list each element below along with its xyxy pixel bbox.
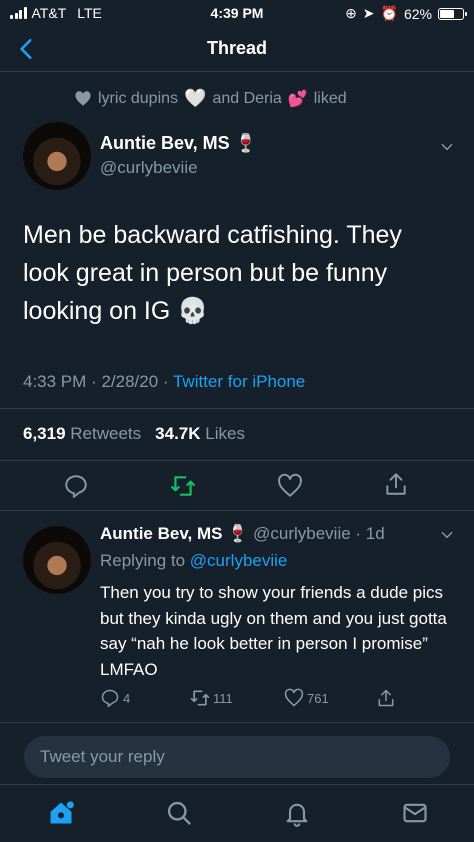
pink-hearts-emoji: 💕 xyxy=(287,90,308,108)
tab-bar xyxy=(0,784,474,842)
home-icon[interactable] xyxy=(47,799,75,827)
like-icon[interactable] xyxy=(277,473,303,499)
avatar[interactable] xyxy=(23,526,91,594)
divider xyxy=(0,460,474,461)
liked-user1: lyric dupins xyxy=(98,89,179,107)
wine-emoji: 🍷 xyxy=(227,524,249,543)
retweets-stat[interactable]: 6,319 Retweets xyxy=(23,424,141,444)
reply-like-button[interactable]: 761 xyxy=(284,688,329,708)
like-icon xyxy=(284,688,304,707)
divider xyxy=(0,510,474,511)
rotation-lock-icon: ⊕ xyxy=(345,5,357,21)
retweets-count: 6,319 xyxy=(23,424,66,443)
white-heart-emoji: 🤍 xyxy=(184,88,207,108)
divider xyxy=(0,722,474,723)
like-count: 761 xyxy=(307,690,329,706)
liked-user2: and Deria xyxy=(212,89,282,107)
reply-reply-button[interactable]: 4 xyxy=(100,688,130,708)
chevron-down-icon[interactable] xyxy=(440,528,454,542)
retweets-label: Retweets xyxy=(70,424,142,443)
reply-header[interactable]: Auntie Bev, MS 🍷 @curlybeviie · 1d xyxy=(100,524,385,544)
reply-share-button[interactable] xyxy=(376,688,396,708)
tweet-date: 2/28/20 xyxy=(101,372,159,391)
reply-input[interactable] xyxy=(24,736,450,778)
share-icon[interactable] xyxy=(383,471,409,497)
reply-icon[interactable] xyxy=(63,473,89,499)
reply-author-name: Auntie Bev, MS xyxy=(100,524,223,543)
wine-emoji: 🍷 xyxy=(234,133,258,153)
status-bar: AT&T LTE 4:39 PM ⊕ ➤ ⏰ 62% xyxy=(0,0,474,26)
chevron-down-icon[interactable] xyxy=(440,140,454,154)
likes-label: Likes xyxy=(205,424,245,443)
reply-handle-time: @curlybeviie · 1d xyxy=(253,524,385,543)
retweet-icon xyxy=(190,690,210,706)
likes-count: 34.7K xyxy=(155,424,201,443)
divider xyxy=(0,408,474,409)
replying-handle-link[interactable]: @curlybeviie xyxy=(190,551,288,570)
status-right: ⊕ ➤ ⏰ 62% xyxy=(345,5,467,22)
avatar[interactable] xyxy=(23,122,91,190)
tweet-meta: 4:33 PM · 2/28/20 · Twitter for iPhone xyxy=(23,372,305,392)
reply-count: 4 xyxy=(123,690,131,706)
page-title: Thread xyxy=(206,38,267,58)
battery-percent: 62% xyxy=(403,5,432,22)
nav-bar: Thread xyxy=(0,28,474,72)
author-name-text: Auntie Bev, MS xyxy=(100,133,230,153)
tweet-text: Men be backward catfishing. They look gr… xyxy=(23,221,402,325)
replying-label: Replying to xyxy=(100,551,186,570)
liked-suffix: liked xyxy=(313,89,347,107)
meta-dot: · xyxy=(91,372,102,391)
reply-icon xyxy=(101,689,119,708)
likes-stat[interactable]: 34.7K Likes xyxy=(155,424,245,444)
reply-composer xyxy=(24,736,450,778)
location-icon: ➤ xyxy=(362,5,375,21)
liked-by-line[interactable]: lyric dupins 🤍 and Deria 💕 liked xyxy=(74,88,347,109)
replying-to: Replying to @curlybeviie xyxy=(100,551,287,571)
author-name[interactable]: Auntie Bev, MS 🍷 xyxy=(100,133,257,154)
retweet-icon[interactable] xyxy=(170,473,196,499)
alarm-icon: ⏰ xyxy=(380,5,398,21)
tweet-stats: 6,319 Retweets 34.7K Likes xyxy=(23,424,245,444)
share-icon xyxy=(378,689,394,707)
meta-dot: · xyxy=(162,372,173,391)
heart-icon xyxy=(75,90,91,106)
reply-text: Then you try to show your friends a dude… xyxy=(100,583,447,679)
tweet-source-link[interactable]: Twitter for iPhone xyxy=(173,372,305,391)
reply-retweet-button[interactable]: 111 xyxy=(190,688,233,708)
author-handle[interactable]: @curlybeviie xyxy=(100,158,198,178)
messages-icon[interactable] xyxy=(401,799,429,827)
battery-fill xyxy=(440,9,454,18)
search-icon[interactable] xyxy=(165,799,193,827)
tweet-time: 4:33 PM xyxy=(23,372,87,391)
notifications-icon[interactable] xyxy=(283,799,311,827)
retweet-count: 111 xyxy=(213,690,233,706)
battery-icon xyxy=(438,7,467,20)
